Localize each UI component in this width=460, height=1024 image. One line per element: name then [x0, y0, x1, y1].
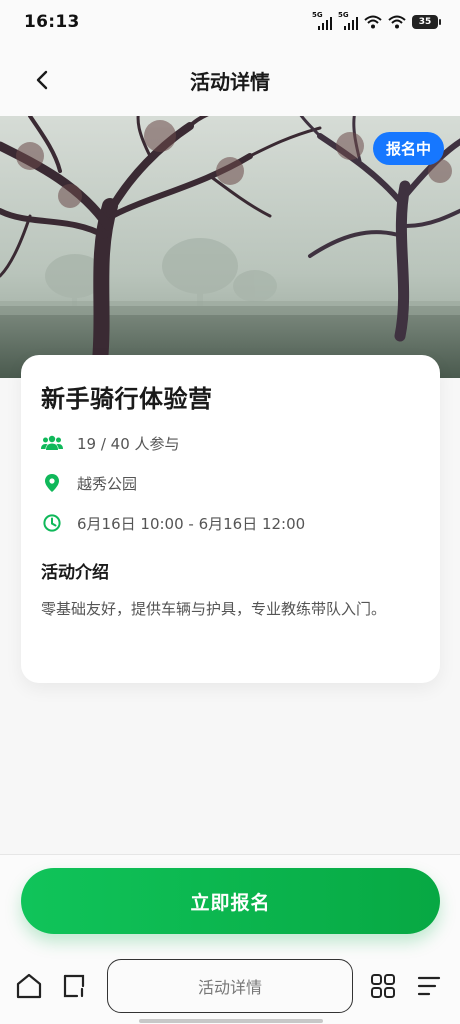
register-button[interactable]: 立即报名: [21, 868, 440, 934]
time-row: 6月16日 10:00 - 6月16日 12:00: [41, 512, 420, 534]
time-text: 6月16日 10:00 - 6月16日 12:00: [77, 514, 306, 533]
home-icon: [16, 973, 42, 999]
nav-header: 活动详情: [0, 44, 460, 116]
status-bar: 16:13 5G 5G 35: [0, 0, 460, 44]
event-info-card: 新手骑行体验营 19 / 40 人参与 越秀公园 6月16日 10:00 - 6…: [21, 355, 440, 683]
status-icons: 5G 5G 35: [312, 11, 441, 30]
location-row: 越秀公园: [41, 472, 420, 494]
wifi-icon-2: [388, 15, 406, 29]
apps-button[interactable]: [368, 971, 398, 1001]
menu-button[interactable]: [414, 971, 444, 1001]
home-button[interactable]: [14, 971, 44, 1001]
tabs-icon: [63, 974, 85, 998]
apps-grid-icon: [371, 974, 395, 998]
intro-heading: 活动介绍: [41, 563, 109, 583]
wifi-icon: [364, 15, 382, 29]
clock-icon: [41, 512, 63, 534]
browser-toolbar: 活动详情: [0, 955, 460, 1017]
cellular-signal-icon-2: 5G: [338, 11, 358, 30]
location-text: 越秀公园: [77, 474, 138, 493]
back-button[interactable]: [28, 66, 56, 94]
status-time: 16:13: [24, 12, 80, 32]
participants-row: 19 / 40 人参与: [41, 432, 420, 454]
battery-icon: 35: [412, 15, 441, 29]
page-title: 活动详情: [190, 69, 270, 94]
participants-text: 19 / 40 人参与: [77, 434, 180, 453]
event-title: 新手骑行体验营: [41, 385, 213, 413]
home-indicator: [139, 1019, 323, 1023]
event-cover-image: 报名中: [0, 116, 460, 378]
map-pin-icon: [41, 472, 63, 494]
address-bar[interactable]: 活动详情: [107, 959, 353, 1013]
status-badge: 报名中: [372, 132, 444, 165]
intro-text: 零基础友好，提供车辆与护具，专业教练带队入门。: [41, 600, 387, 618]
chevron-left-icon: [36, 70, 48, 90]
cellular-signal-icon: 5G: [312, 11, 332, 30]
menu-icon: [417, 976, 441, 996]
tabs-button[interactable]: [60, 971, 90, 1001]
users-icon: [41, 432, 63, 454]
